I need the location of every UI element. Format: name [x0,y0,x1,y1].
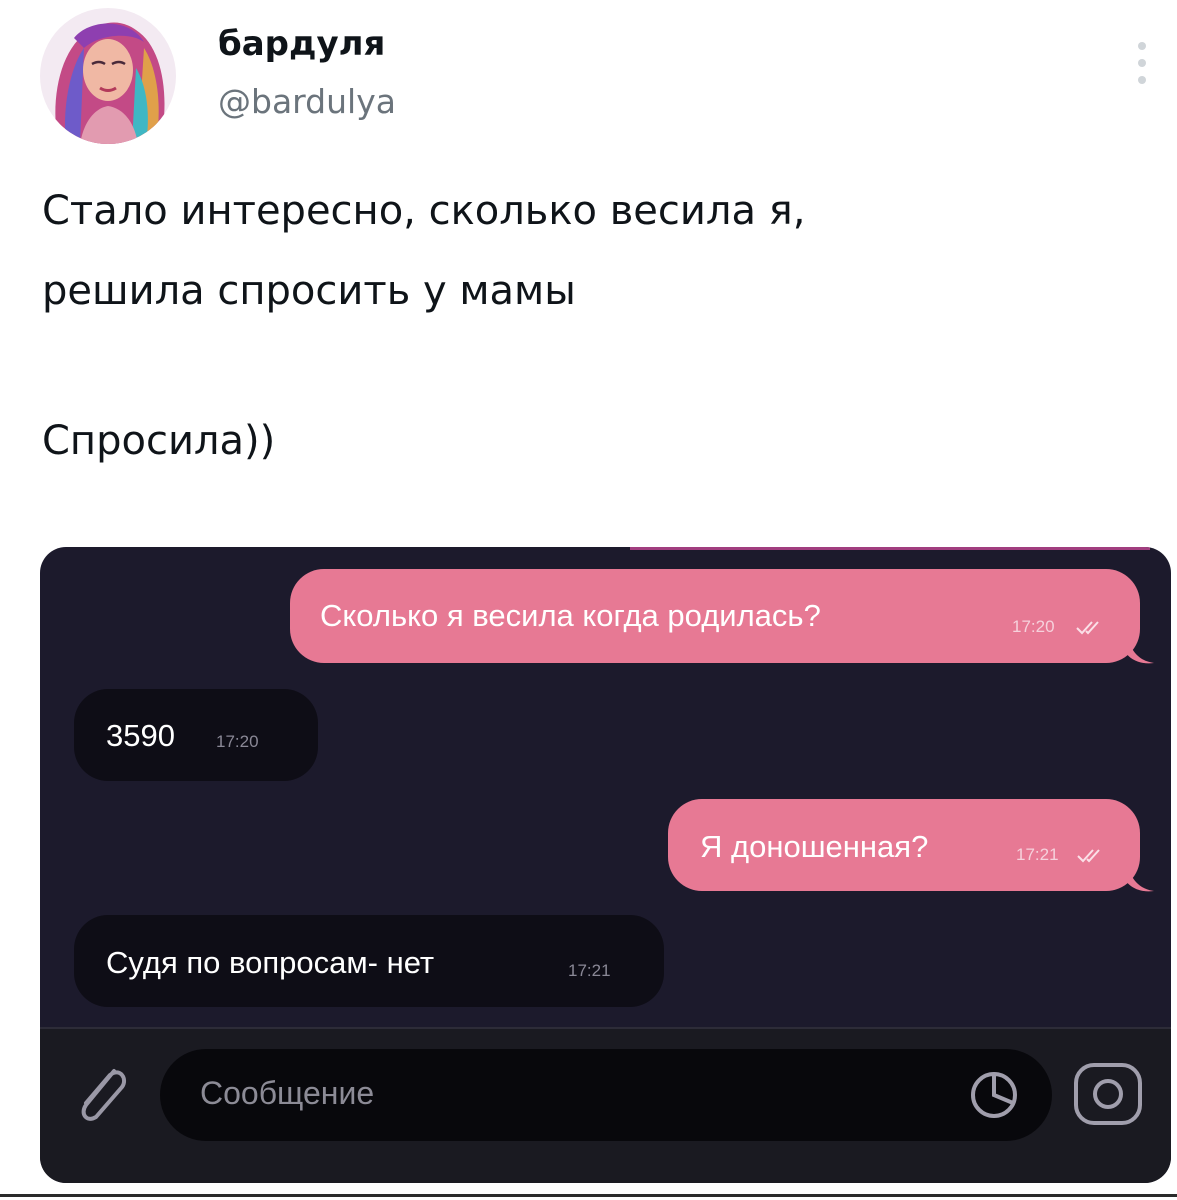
tweet-text-line: Спросила)) [42,418,276,464]
message-time: 17:21 [1016,845,1059,864]
message-input[interactable]: Сообщение [160,1049,1052,1141]
username[interactable]: @bardulya [218,82,396,121]
message-time: 17:21 [568,961,611,980]
avatar[interactable] [40,8,176,144]
message-time: 17:20 [1012,617,1055,636]
more-options-icon[interactable] [1124,38,1160,88]
outgoing-message: Я доношенная? 17:21 [668,799,1140,891]
message-input-placeholder: Сообщение [200,1075,375,1111]
message-text: Судя по вопросам- нет [106,945,435,980]
chat-screenshot[interactable]: Сколько я весила когда родилась? 17:20 3… [40,547,1171,1183]
incoming-message: Судя по вопросам- нет 17:21 [74,915,664,1007]
divider [630,547,1150,550]
message-time: 17:20 [216,732,259,751]
message-text: Я доношенная? [700,829,929,864]
tweet-text-line: решила спросить у мамы [42,268,576,314]
message-text: Сколько я весила когда родилась? [320,598,821,633]
incoming-message: 3590 17:20 [74,689,318,781]
divider [0,1194,1177,1197]
message-composer: Сообщение [40,1027,1171,1183]
read-check-icon [1076,621,1099,635]
bubble-tail [1126,863,1154,892]
bubble-tail [1126,635,1154,664]
sticker-icon[interactable] [968,1069,1020,1121]
outgoing-message: Сколько я весила когда родилась? 17:20 [290,569,1140,663]
paperclip-icon[interactable] [70,1059,130,1129]
message-text: 3590 [106,718,175,753]
read-check-icon [1077,849,1100,863]
tweet-text-line: Стало интересно, сколько весила я, [42,188,806,234]
camera-icon[interactable] [1070,1059,1146,1129]
display-name[interactable]: бардуля [218,24,385,64]
